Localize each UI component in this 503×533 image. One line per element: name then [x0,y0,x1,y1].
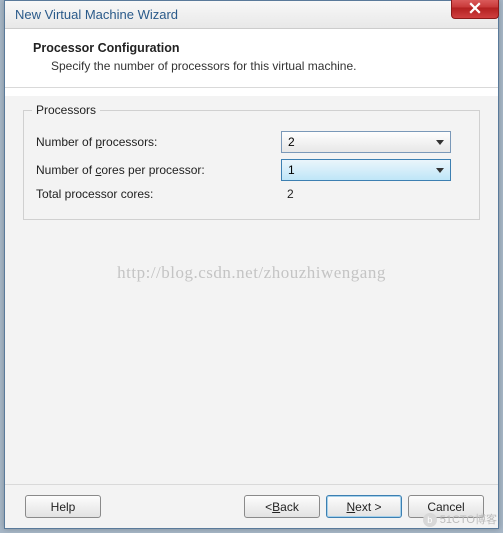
num-processors-label: Number of processors: [36,135,281,149]
num-cores-row: Number of cores per processor: 1 [36,159,467,181]
chevron-down-icon [436,168,444,173]
group-label: Processors [32,103,100,117]
wizard-body: Processors Number of processors: 2 Numbe… [5,96,498,484]
total-cores-row: Total processor cores: 2 [36,187,467,201]
num-cores-combo[interactable]: 1 [281,159,451,181]
back-button[interactable]: < Back [244,495,320,518]
num-cores-label: Number of cores per processor: [36,163,281,177]
processors-group: Processors Number of processors: 2 Numbe… [23,110,480,220]
wizard-footer: Help < Back Next > Cancel [5,484,498,528]
wizard-window: New Virtual Machine Wizard Processor Con… [4,0,499,529]
total-cores-label: Total processor cores: [36,187,281,201]
window-title: New Virtual Machine Wizard [15,7,178,22]
num-processors-combo[interactable]: 2 [281,131,451,153]
header-subtitle: Specify the number of processors for thi… [33,59,478,73]
close-button[interactable] [451,0,499,19]
wizard-header: Processor Configuration Specify the numb… [5,29,498,88]
num-processors-row: Number of processors: 2 [36,131,467,153]
num-cores-value: 1 [288,163,295,177]
close-icon [469,2,481,14]
next-button[interactable]: Next > [326,495,402,518]
chevron-down-icon [436,140,444,145]
num-processors-value: 2 [288,135,295,149]
titlebar: New Virtual Machine Wizard [5,1,498,29]
help-button[interactable]: Help [25,495,101,518]
cancel-button[interactable]: Cancel [408,495,484,518]
header-title: Processor Configuration [33,41,478,55]
total-cores-value: 2 [281,187,451,201]
